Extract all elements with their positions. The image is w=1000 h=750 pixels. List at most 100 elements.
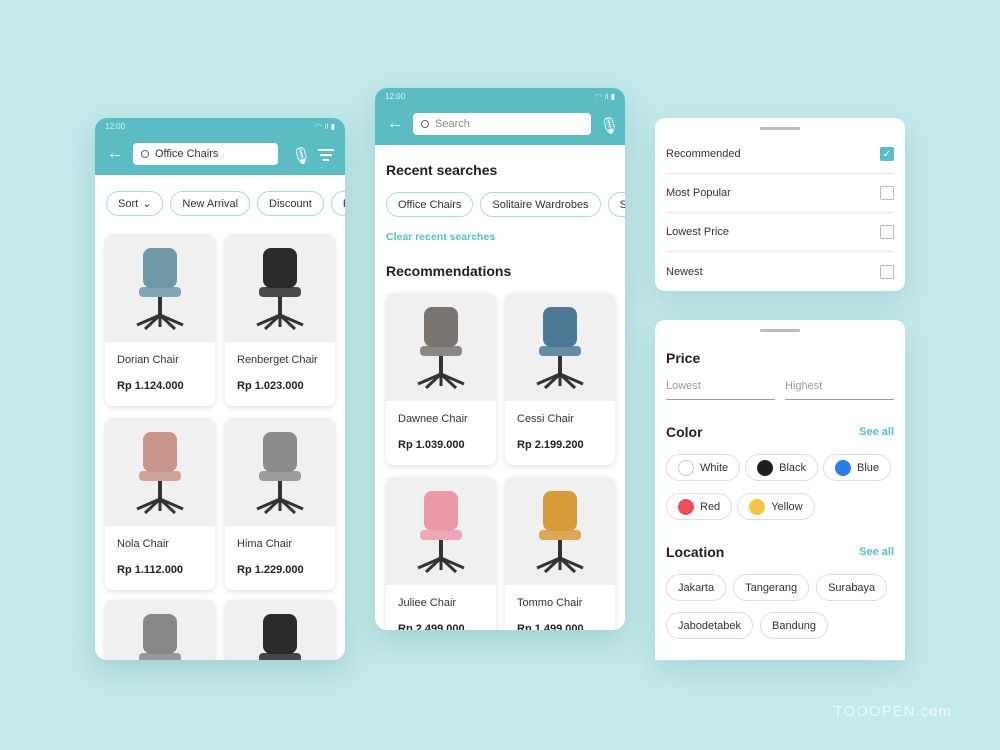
product-name: Hima Chair [237, 538, 293, 550]
recent-chip[interactable]: Solitaire Wardrobes [480, 192, 601, 217]
color-swatch [749, 498, 766, 515]
recent-chips: Office Chairs Solitaire Wardrobes Sh [386, 192, 625, 217]
sort-option-label: Lowest Price [666, 226, 729, 238]
search-input[interactable]: Office Chairs [133, 143, 278, 165]
sort-option[interactable]: Most Popular [666, 174, 894, 213]
chip-more[interactable]: F [330, 191, 345, 216]
product-price: Rp 2.499.000 [398, 623, 465, 630]
color-chip[interactable]: Red [666, 493, 733, 520]
chair-image [139, 614, 181, 660]
product-price: Rp 1.112.000 [117, 564, 184, 576]
chair-image [256, 248, 304, 331]
product-price: Rp 1.039.000 [398, 439, 465, 451]
checkbox[interactable] [880, 225, 894, 239]
search-results-screen: 12:00 ◠ ıl ▮ ← Office Chairs 🎙 Sort ⌄ New … [95, 118, 345, 660]
color-options: White Black Blue Red Yellow [666, 454, 901, 520]
product-card[interactable]: Hima Chair Rp 1.229.000 [225, 418, 335, 590]
back-arrow-icon[interactable]: ← [107, 145, 123, 163]
color-see-all-link[interactable]: See all [859, 426, 894, 438]
mic-icon[interactable]: 🎙 [599, 116, 619, 136]
product-card[interactable]: Cessi Chair Rp 2.199.200 [505, 293, 615, 465]
sort-option-label: Recommended [666, 148, 741, 160]
header: 12:00 ◠ ıl ▮ ← Search 🎙 [375, 88, 625, 145]
location-options: Jakarta Tangerang Surabaya Jabodetabek Bandu… [666, 574, 901, 639]
location-chip[interactable]: Tangerang [733, 574, 810, 601]
recent-chip[interactable]: Sh [607, 192, 625, 217]
product-name: Dorian Chair [117, 354, 179, 366]
recommendations-title: Recommendations [386, 263, 512, 279]
chair-image [259, 614, 301, 660]
lowest-price-input[interactable]: Lowest [666, 380, 775, 400]
drag-handle[interactable] [760, 329, 800, 332]
recent-chip[interactable]: Office Chairs [386, 192, 474, 217]
product-card[interactable] [225, 600, 335, 660]
product-card[interactable]: Renberget Chair Rp 1.023.000 [225, 234, 335, 406]
chip-new-arrival[interactable]: New Arrival [170, 191, 251, 216]
header: 12:00 ◠ ıl ▮ ← Office Chairs 🎙 [95, 118, 345, 175]
color-chip[interactable]: Yellow [737, 493, 815, 520]
drag-handle[interactable] [760, 127, 800, 130]
status-time: 12:00 [105, 122, 126, 131]
location-see-all-link[interactable]: See all [859, 546, 894, 558]
sort-option-label: Newest [666, 265, 703, 278]
product-image [505, 293, 615, 401]
product-image [225, 234, 335, 342]
location-chip[interactable]: Jabodetabek [666, 612, 753, 639]
color-chip[interactable]: Blue [823, 454, 892, 481]
product-card[interactable]: Nola Chair Rp 1.112.000 [105, 418, 215, 590]
product-name: Renberget Chair [237, 354, 318, 366]
filter-chips: Sort⌄ New Arrival Discount F [106, 191, 345, 216]
product-name: Nola Chair [117, 538, 169, 550]
product-card[interactable]: Dawnee Chair Rp 1.039.000 [386, 293, 496, 465]
clear-recent-link[interactable]: Clear recent searches [386, 231, 495, 243]
chip-discount[interactable]: Discount [257, 191, 324, 216]
status-time: 12:00 [385, 92, 406, 101]
product-card[interactable]: Juliee Chair Rp 2.499.000 [386, 477, 496, 630]
product-card[interactable] [105, 600, 215, 660]
back-arrow-icon[interactable]: ← [387, 115, 403, 133]
product-name: Cessi Chair [517, 413, 574, 425]
checkbox[interactable] [880, 264, 894, 279]
product-card[interactable]: Tommo Chair Rp 1.499.000 [505, 477, 615, 630]
sort-option-label: Most Popular [666, 187, 731, 199]
chair-image [536, 491, 584, 574]
chair-image [417, 491, 465, 574]
watermark: TOOOPEN.com [833, 703, 952, 720]
product-image [105, 418, 215, 526]
location-chip[interactable]: Jakarta [666, 574, 727, 601]
highest-price-input[interactable]: Highest [785, 380, 894, 400]
sort-chip[interactable]: Sort ⌄ [106, 191, 164, 216]
location-title: Location [666, 544, 725, 560]
sort-option[interactable]: Newest [666, 252, 894, 291]
chair-image [136, 248, 184, 331]
product-image [225, 418, 335, 526]
sort-option[interactable]: Lowest Price [666, 213, 894, 252]
product-price: Rp 1.124.000 [117, 380, 184, 392]
color-chip[interactable]: Black [745, 454, 819, 481]
sort-option[interactable]: Recommended ✓ [666, 135, 894, 174]
search-screen: 12:00 ◠ ıl ▮ ← Search 🎙 Recent searches O… [375, 88, 625, 630]
filter-panel: Price Lowest Highest Color See all White… [655, 320, 905, 660]
color-swatch [835, 459, 852, 476]
search-input[interactable]: Search [413, 113, 591, 135]
price-title: Price [666, 350, 701, 366]
location-chip[interactable]: Surabaya [816, 574, 888, 601]
checkbox[interactable] [880, 186, 894, 200]
checkbox[interactable]: ✓ [880, 147, 894, 161]
product-name: Dawnee Chair [398, 413, 468, 425]
color-swatch [757, 459, 774, 476]
sort-panel: Recommended ✓ Most Popular Lowest Price Newe… [655, 118, 905, 291]
mic-icon[interactable]: 🎙 [291, 146, 311, 166]
chair-image [417, 307, 465, 390]
product-card[interactable]: Dorian Chair Rp 1.124.000 [105, 234, 215, 406]
filter-icon[interactable] [318, 149, 334, 161]
chevron-down-icon: ⌄ [142, 198, 152, 210]
product-price: Rp 1.229.000 [237, 564, 304, 576]
product-price: Rp 2.199.200 [517, 439, 584, 451]
product-price: Rp 1.023.000 [237, 380, 304, 392]
location-chip[interactable]: Bandung [760, 612, 829, 639]
product-name: Juliee Chair [398, 597, 457, 609]
color-title: Color [666, 424, 703, 440]
color-chip[interactable]: White [666, 454, 741, 481]
product-image [386, 293, 496, 401]
